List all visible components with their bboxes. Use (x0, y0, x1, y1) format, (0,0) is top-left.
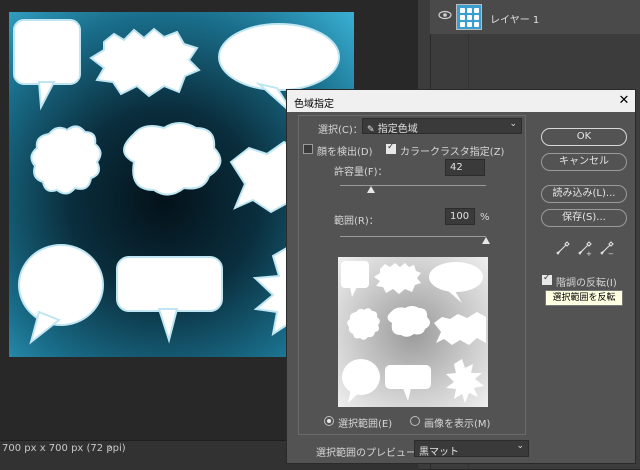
localized-clusters-checkbox[interactable] (386, 142, 396, 154)
save-button[interactable]: 保存(S)... (541, 209, 627, 227)
close-icon[interactable]: ✕ (617, 93, 631, 108)
range-input[interactable]: 100 (445, 208, 475, 225)
eyedropper-icon[interactable] (556, 241, 570, 257)
radio-image-label: 画像を表示(M) (424, 419, 491, 430)
layer-thumbnail[interactable] (456, 4, 482, 30)
eyedropper-icon: ✎ (367, 125, 375, 135)
invert-label: 階調の反転(I) (556, 278, 617, 289)
detect-faces-label: 顔を検出(D) (317, 147, 373, 158)
layer-name[interactable]: レイヤー 1 (490, 11, 539, 26)
range-unit: % (480, 212, 490, 223)
load-button[interactable]: 読み込み(L)... (541, 185, 627, 203)
invert-tooltip: 選択範囲を反転 (545, 290, 623, 306)
selection-preview (338, 257, 488, 407)
localized-clusters-label: カラークラスタ指定(Z) (400, 147, 505, 158)
chevron-down-icon: ⌄ (509, 119, 517, 129)
eye-icon[interactable] (438, 8, 452, 22)
fuzziness-input[interactable]: 42 (445, 159, 485, 176)
ok-button[interactable]: OK (541, 128, 627, 146)
select-value: 指定色域 (377, 124, 418, 135)
radio-selection-label: 選択範囲(E) (338, 419, 393, 430)
preview-value: 黒マット (419, 447, 459, 458)
radio-selection[interactable] (324, 416, 334, 426)
eyedropper-minus-icon[interactable]: − (600, 241, 614, 258)
preview-label: 選択範囲のプレビュー： (316, 448, 426, 459)
svg-text:−: − (608, 250, 614, 257)
fuzziness-label: 許容量(F)： (334, 167, 388, 178)
invert-checkbox[interactable] (542, 273, 552, 285)
fuzziness-slider-thumb[interactable] (366, 186, 375, 193)
preview-dropdown[interactable]: 黒マット ⌄ (414, 440, 529, 458)
range-slider-thumb[interactable] (482, 237, 490, 244)
status-chevron-icon[interactable]: › (108, 442, 112, 453)
dialog-title: 色域指定 (294, 99, 334, 110)
select-dropdown[interactable]: ✎ 指定色域 ⌄ (362, 118, 522, 135)
dialog-title-bar[interactable] (287, 90, 635, 112)
fuzziness-slider-track[interactable] (340, 185, 486, 186)
detect-faces-checkbox[interactable] (303, 144, 313, 154)
svg-text:+: + (586, 250, 592, 257)
select-label: 選択(C)： (318, 125, 363, 136)
preview-mask (341, 261, 486, 403)
chevron-down-icon: ⌄ (516, 441, 524, 451)
eyedropper-plus-icon[interactable]: + (578, 241, 592, 258)
range-slider-track[interactable] (340, 236, 486, 237)
radio-image[interactable] (410, 416, 420, 426)
cancel-button[interactable]: キャンセル (541, 153, 627, 171)
range-label: 範囲(R)： (334, 216, 379, 227)
